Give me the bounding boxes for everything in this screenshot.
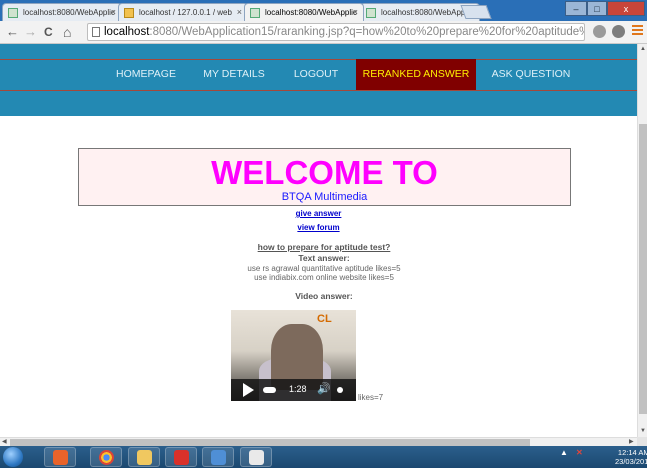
view-forum-link[interactable]: view forum xyxy=(0,223,637,232)
browser-tab[interactable]: localhost:8080/WebApplic × xyxy=(2,3,122,21)
app-icon xyxy=(53,450,68,465)
browser-tab-strip: localhost:8080/WebApplic × localhost / 1… xyxy=(0,0,647,21)
network-icon[interactable]: ✕ xyxy=(576,448,583,457)
play-icon[interactable] xyxy=(243,383,254,397)
taskbar-app[interactable] xyxy=(44,447,76,467)
maximize-button[interactable]: □ xyxy=(587,1,607,16)
forward-icon[interactable]: → xyxy=(24,24,37,40)
nav-logout[interactable]: LOGOUT xyxy=(284,59,348,90)
taskbar-explorer[interactable] xyxy=(128,447,160,467)
vertical-scrollbar[interactable]: ▲ ▼ xyxy=(637,44,647,437)
nav-my-details[interactable]: MY DETAILS xyxy=(193,59,275,90)
clock-date: 23/03/2016 xyxy=(615,457,647,466)
tray-expand-icon[interactable]: ▲ xyxy=(560,448,568,457)
give-answer-link[interactable]: give answer xyxy=(0,209,637,218)
text-answer-item: use rs agrawal quantitative aptitude lik… xyxy=(247,264,401,273)
minimize-button[interactable]: – xyxy=(565,1,587,16)
taskbar-chrome[interactable] xyxy=(90,447,122,467)
browser-tab-active[interactable]: localhost:8080/WebApplic × xyxy=(244,3,364,21)
close-tab-icon[interactable]: × xyxy=(353,7,358,17)
nav-homepage[interactable]: HOMEPAGE xyxy=(104,59,188,90)
browser-tab[interactable]: localhost / 127.0.0.1 / web × xyxy=(118,3,248,21)
tab-label: localhost / 127.0.0.1 / web xyxy=(139,8,232,17)
close-tab-icon[interactable]: × xyxy=(111,7,116,17)
welcome-title: WELCOME TO xyxy=(211,154,438,191)
clock-time: 12:14 AM xyxy=(617,448,647,457)
welcome-banner: WELCOME TO BTQA Multimedia xyxy=(78,148,571,206)
chrome-icon xyxy=(99,450,114,465)
video-time: 1:28 xyxy=(289,384,307,394)
tab-label: localhost:8080/WebApplic xyxy=(381,8,473,17)
page-icon xyxy=(92,27,100,37)
volume-icon[interactable]: 🔊 xyxy=(317,382,331,395)
start-button[interactable] xyxy=(3,447,23,467)
extension-icon[interactable] xyxy=(612,25,625,38)
video-likes: likes=7 xyxy=(358,393,384,402)
site-navbar: HOMEPAGE MY DETAILS LOGOUT RERANKED ANSW… xyxy=(0,44,637,116)
home-icon[interactable]: ⌂ xyxy=(63,24,71,40)
close-window-button[interactable]: x xyxy=(607,1,645,16)
scroll-down-icon[interactable]: ▼ xyxy=(640,428,646,434)
page-icon xyxy=(8,8,18,18)
new-tab-button[interactable] xyxy=(460,5,492,19)
back-icon[interactable]: ← xyxy=(6,24,19,40)
fullscreen-icon[interactable] xyxy=(337,387,343,393)
nav-ask-question[interactable]: ASK QUESTION xyxy=(482,59,580,90)
url-host: localhost xyxy=(104,26,150,38)
tab-label: localhost:8080/WebApplic xyxy=(23,8,115,17)
taskbar-tex[interactable] xyxy=(240,447,272,467)
page-icon xyxy=(366,8,376,18)
video-logo: CL xyxy=(317,313,332,325)
reload-icon[interactable]: C xyxy=(44,24,53,40)
browser-menu-icon[interactable] xyxy=(632,25,643,37)
phpmyadmin-icon xyxy=(124,8,134,18)
seek-slider[interactable] xyxy=(263,387,276,393)
welcome-subtitle: BTQA Multimedia xyxy=(281,191,368,203)
clock[interactable]: 12:14 AM 23/03/2016 xyxy=(615,448,647,466)
tab-label: localhost:8080/WebApplic xyxy=(265,8,357,17)
text-answer-heading: Text answer: xyxy=(298,253,350,263)
tex-icon xyxy=(249,450,264,465)
navbar-divider xyxy=(0,90,637,91)
browser-toolbar: ← → C ⌂ localhost:8080/WebApplication15/… xyxy=(0,21,647,44)
close-tab-icon[interactable]: × xyxy=(237,7,242,17)
scroll-right-icon[interactable]: ▶ xyxy=(629,438,634,445)
scrollbar-corner xyxy=(637,437,647,446)
video-player[interactable]: CL 1:28 🔊 xyxy=(231,310,356,401)
nav-reranked-answer[interactable]: RERANKED ANSWER xyxy=(356,59,476,90)
address-bar[interactable]: localhost:8080/WebApplication15/rarankin… xyxy=(87,23,585,41)
scroll-thumb[interactable] xyxy=(10,439,530,446)
url-path: :8080/WebApplication15/raranking.jsp?q=h… xyxy=(149,26,585,38)
windows-taskbar: ▲ ✕ 12:14 AM 23/03/2016 xyxy=(0,446,647,468)
scroll-left-icon[interactable]: ◀ xyxy=(2,438,7,445)
scroll-up-icon[interactable]: ▲ xyxy=(640,46,646,52)
scroll-thumb[interactable] xyxy=(639,124,647,414)
box-icon xyxy=(211,450,226,465)
video-answer-heading: Video answer: xyxy=(295,291,353,301)
page-viewport: HOMEPAGE MY DETAILS LOGOUT RERANKED ANSW… xyxy=(0,44,637,437)
page-icon xyxy=(250,8,260,18)
taskbar-virtualbox[interactable] xyxy=(202,447,234,467)
video-controls: 1:28 🔊 xyxy=(231,379,356,401)
extension-icon[interactable] xyxy=(593,25,606,38)
taskbar-pdf[interactable] xyxy=(165,447,197,467)
question-title[interactable]: how to prepare for aptitude test? xyxy=(0,242,637,252)
pdf-icon xyxy=(174,450,189,465)
folder-icon xyxy=(137,450,152,465)
text-answer-item: use indiabix.com online website likes=5 xyxy=(254,273,394,282)
horizontal-scrollbar[interactable]: ◀ ▶ xyxy=(0,437,637,446)
